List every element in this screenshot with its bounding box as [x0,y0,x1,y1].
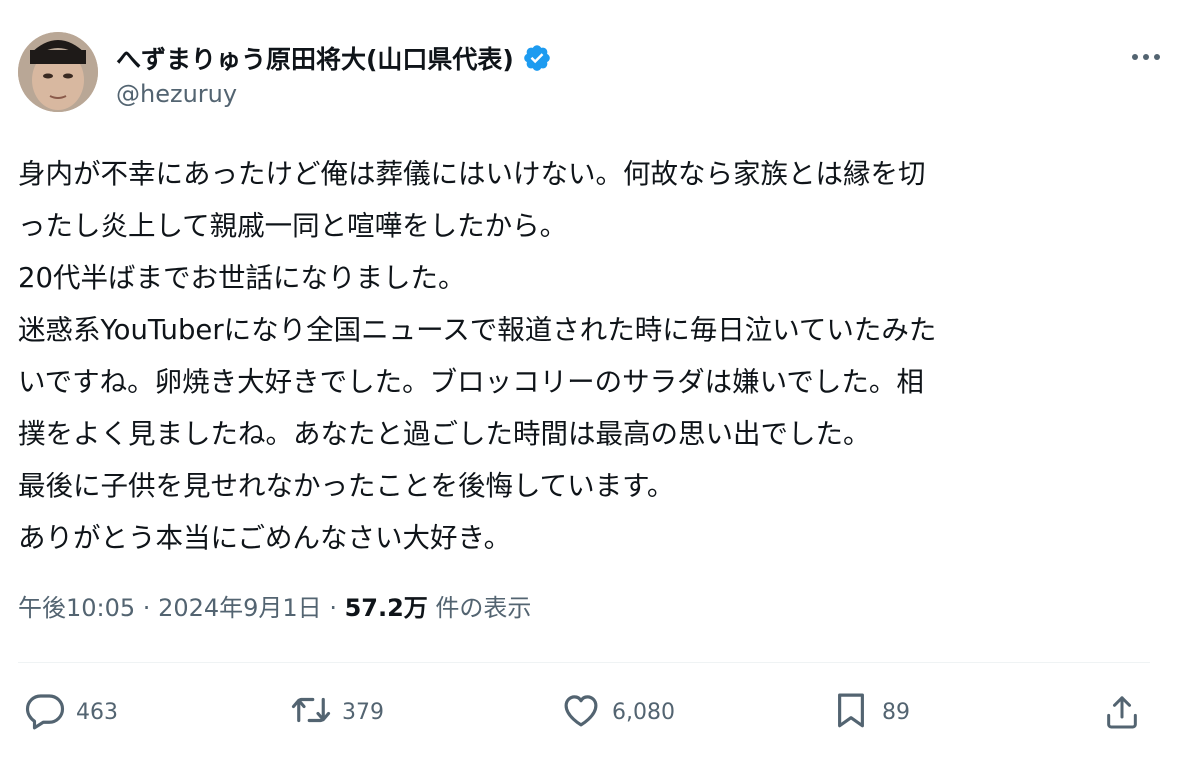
bookmark-button[interactable]: 89 [830,688,910,736]
tweet-text: 身内が不幸にあったけど俺は葬儀にはいけない。何故なら家族とは縁を切 ったし炎上し… [18,148,1158,564]
reply-icon [24,689,66,735]
name-row: へずまりゅう原田将大(山口県代表) [116,40,552,76]
share-icon [1102,696,1142,736]
divider [18,662,1150,663]
views-label: 件の表示 [427,594,532,622]
meta-separator: · [135,594,159,622]
tweet-line: いですね。卵焼き大好きでした。ブロッコリーのサラダは嫌いでした。相 [18,366,924,398]
verified-badge-icon[interactable] [522,43,552,73]
tweet-date[interactable]: 2024年9月1日 [158,594,322,622]
tweet-line: 身内が不幸にあったけど俺は葬儀にはいけない。何故なら家族とは縁を切 [18,158,926,190]
repost-icon [290,689,332,735]
heart-icon [560,689,602,735]
tweet-header: へずまりゅう原田将大(山口県代表) @hezuruy [18,32,1168,116]
user-handle[interactable]: @hezuruy [116,80,237,108]
tweet-line: ありがとう本当にごめんなさい大好き。 [18,522,512,554]
like-count: 6,080 [612,699,675,725]
display-name[interactable]: へずまりゅう原田将大(山口県代表) [116,40,514,76]
tweet-line: 迷惑系YouTuberになり全国ニュースで報道された時に毎日泣いていたみた [18,314,937,346]
bookmark-count: 89 [882,699,910,725]
more-icon[interactable] [1126,42,1166,72]
repost-button[interactable]: 379 [290,688,384,736]
tweet-line: 撲をよく見ましたね。あなたと過ごした時間は最高の思い出でした。 [18,418,871,450]
meta-separator: · [321,594,345,622]
share-button[interactable] [1102,692,1142,736]
tweet-line: 20代半ばまでお世話になりました。 [18,262,466,294]
tweet-line: 最後に子供を見せれなかったことを後悔しています。 [18,470,675,502]
views-count: 57.2万 [344,594,428,622]
like-button[interactable]: 6,080 [560,688,675,736]
avatar[interactable] [18,32,98,112]
reply-button[interactable]: 463 [24,688,118,736]
tweet-line: ったし炎上して親戚一同と喧嘩をしたから。 [18,210,568,242]
action-bar: 463 379 6,080 89 [18,688,1150,736]
repost-count: 379 [342,699,384,725]
reply-count: 463 [76,699,118,725]
avatar-image [18,32,98,112]
bookmark-icon [830,689,872,735]
tweet-time[interactable]: 午後10:05 [18,594,135,622]
tweet-meta: 午後10:05 · 2024年9月1日 · 57.2万 件の表示 [18,588,531,623]
